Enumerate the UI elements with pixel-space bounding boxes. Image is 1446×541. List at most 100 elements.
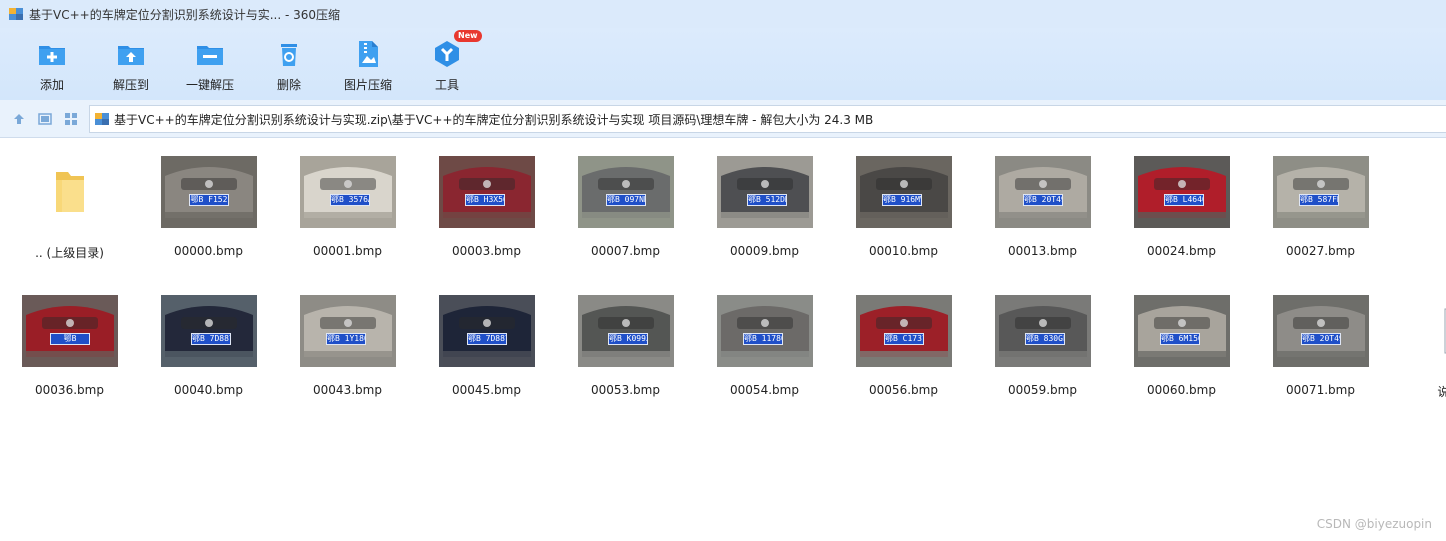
file-item[interactable]: 鄂B 7D887 00045.bmp <box>417 277 556 407</box>
file-item[interactable]: 鄂B 512DK 00009.bmp <box>695 138 834 268</box>
detail-view-icon[interactable] <box>38 112 52 126</box>
license-plate: 鄂B H3X56 <box>465 194 505 206</box>
delete-icon <box>281 44 297 66</box>
file-item[interactable]: 鄂B 587FN 00027.bmp <box>1251 138 1390 268</box>
toolbar-button-tools[interactable]: 工具 New <box>412 28 482 100</box>
image-thumbnail: 鄂B L4640 <box>1134 156 1230 228</box>
license-plate: 鄂B 7D887 <box>467 333 507 345</box>
image-thumbnail: 鄂B H3X56 <box>439 156 535 228</box>
file-item[interactable]: 鄂B 830GL 00059.bmp <box>973 277 1112 407</box>
image-thumbnail: 鄂B 512DK <box>717 156 813 228</box>
image-thumbnail: 鄂B 097NN <box>578 156 674 228</box>
image-thumbnail: 鄂B 20T49 <box>1273 295 1369 367</box>
license-plate: 鄂B 11780 <box>743 333 783 345</box>
file-grid: .. (上级目录) 鄂B F152 00000.bmp 鄂B 3576A 00001.b… <box>0 138 1446 541</box>
file-item[interactable]: 鄂B F152 00000.bmp <box>139 138 278 268</box>
parent-folder-item[interactable]: .. (上级目录) <box>0 138 139 268</box>
file-name: 00001.bmp <box>313 244 382 258</box>
file-name: 00000.bmp <box>174 244 243 258</box>
license-plate: 鄂B 3576A <box>330 194 370 206</box>
path-field[interactable]: 基于VC++的车牌定位分割识别系统设计与实现.zip\基于VC++的车牌定位分割… <box>89 105 1446 133</box>
license-plate: 鄂B 830GL <box>1025 333 1065 345</box>
file-name: 00010.bmp <box>869 244 938 258</box>
license-plate: 鄂B 6M156 <box>1160 333 1200 345</box>
title-bar: 基于VC++的车牌定位分割识别系统设计与实... - 360压缩 <box>0 0 1446 28</box>
up-arrow-icon[interactable] <box>12 112 26 126</box>
toolbar: 添加 解压到 一键解压 删除 图片压缩 工具 New <box>0 28 1446 100</box>
license-plate: 鄂B 097NN <box>606 194 646 206</box>
image-thumbnail: 鄂B K0993 <box>578 295 674 367</box>
file-name: 00043.bmp <box>313 383 382 397</box>
file-item[interactable]: 说明.txt <box>1390 277 1446 407</box>
thumbnail-view-icon[interactable] <box>64 112 78 126</box>
file-name: 00036.bmp <box>35 383 104 397</box>
file-item[interactable]: 鄂B 097NN 00007.bmp <box>556 138 695 268</box>
archive-path: 基于VC++的车牌定位分割识别系统设计与实现.zip\基于VC++的车牌定位分割… <box>114 112 874 127</box>
file-item[interactable]: 鄂B K0993 00053.bmp <box>556 277 695 407</box>
license-plate: 鄂B C1737 <box>884 333 924 345</box>
zip-archive-icon <box>95 113 109 125</box>
file-item[interactable]: 鄂B 3576A 00001.bmp <box>278 138 417 268</box>
license-plate: 鄂B K0993 <box>608 333 648 345</box>
file-name: 00045.bmp <box>452 383 521 397</box>
file-item[interactable]: 鄂B 1Y180 00043.bmp <box>278 277 417 407</box>
toolbar-button-extract-to[interactable]: 解压到 <box>96 28 166 100</box>
image-thumbnail: 鄂B 20T49 <box>995 156 1091 228</box>
file-name: 00060.bmp <box>1147 383 1216 397</box>
file-name: .. (上级目录) <box>35 246 104 260</box>
file-name: 00056.bmp <box>869 383 938 397</box>
file-name: 00003.bmp <box>452 244 521 258</box>
image-thumbnail: 鄂B 1Y180 <box>300 295 396 367</box>
license-plate: 鄂B 20T49 <box>1023 194 1063 206</box>
file-name: 00054.bmp <box>730 383 799 397</box>
license-plate: 鄂B 587FN <box>1299 194 1339 206</box>
extract-to-icon <box>118 46 144 65</box>
tools-icon <box>435 41 459 67</box>
file-name: 00059.bmp <box>1008 383 1077 397</box>
file-item[interactable]: 鄂B 7D887 00040.bmp <box>139 277 278 407</box>
file-name: 00009.bmp <box>730 244 799 258</box>
image-thumbnail: 鄂B 11780 <box>717 295 813 367</box>
image-thumbnail: 鄂B 7D887 <box>161 295 257 367</box>
add-icon <box>39 46 65 65</box>
image-compress-icon <box>359 41 378 67</box>
file-item[interactable]: 鄂B 916MV 00010.bmp <box>834 138 973 268</box>
image-thumbnail: 鄂B C1737 <box>856 295 952 367</box>
file-item[interactable]: 鄂B 11780 00054.bmp <box>695 277 834 407</box>
image-thumbnail: 鄂B F152 <box>161 156 257 228</box>
toolbar-button-label: 图片压缩 <box>343 78 392 92</box>
file-name: 00027.bmp <box>1286 244 1355 258</box>
file-name: 00013.bmp <box>1008 244 1077 258</box>
window-title: 基于VC++的车牌定位分割识别系统设计与实... - 360压缩 <box>29 7 341 22</box>
one-click-extract-icon <box>197 46 223 65</box>
toolbar-button-label: 删除 <box>276 78 301 92</box>
file-item[interactable]: 鄂B L4640 00024.bmp <box>1112 138 1251 268</box>
file-item[interactable]: 鄂B 00036.bmp <box>0 277 139 407</box>
file-item[interactable]: 鄂B H3X56 00003.bmp <box>417 138 556 268</box>
new-badge: New <box>454 30 482 42</box>
file-name: 00040.bmp <box>174 383 243 397</box>
file-item[interactable]: 鄂B 6M156 00060.bmp <box>1112 277 1251 407</box>
file-name: 00024.bmp <box>1147 244 1216 258</box>
app-icon <box>9 8 23 20</box>
file-item[interactable]: 鄂B C1737 00056.bmp <box>834 277 973 407</box>
address-bar: 基于VC++的车牌定位分割识别系统设计与实现.zip\基于VC++的车牌定位分割… <box>0 100 1446 138</box>
toolbar-button-label: 工具 <box>434 78 459 92</box>
file-item[interactable]: 鄂B 20T49 00071.bmp <box>1251 277 1390 407</box>
toolbar-button-label: 解压到 <box>112 78 149 92</box>
image-thumbnail: 鄂B 7D887 <box>439 295 535 367</box>
image-thumbnail: 鄂B 6M156 <box>1134 295 1230 367</box>
file-name: 说明.txt <box>1437 385 1446 399</box>
image-thumbnail: 鄂B 830GL <box>995 295 1091 367</box>
toolbar-button-label: 添加 <box>39 78 64 92</box>
toolbar-button-image-compress[interactable]: 图片压缩 <box>333 28 403 100</box>
license-plate: 鄂B 7D887 <box>191 333 231 345</box>
file-item[interactable]: 鄂B 20T49 00013.bmp <box>973 138 1112 268</box>
license-plate: 鄂B F152 <box>189 194 229 206</box>
toolbar-button-add[interactable]: 添加 <box>17 28 87 100</box>
text-file-icon <box>1412 295 1446 367</box>
toolbar-button-one-click-extract[interactable]: 一键解压 <box>175 28 245 100</box>
license-plate: 鄂B 916MV <box>882 194 922 206</box>
toolbar-button-label: 一键解压 <box>185 78 234 92</box>
toolbar-button-delete[interactable]: 删除 <box>254 28 324 100</box>
